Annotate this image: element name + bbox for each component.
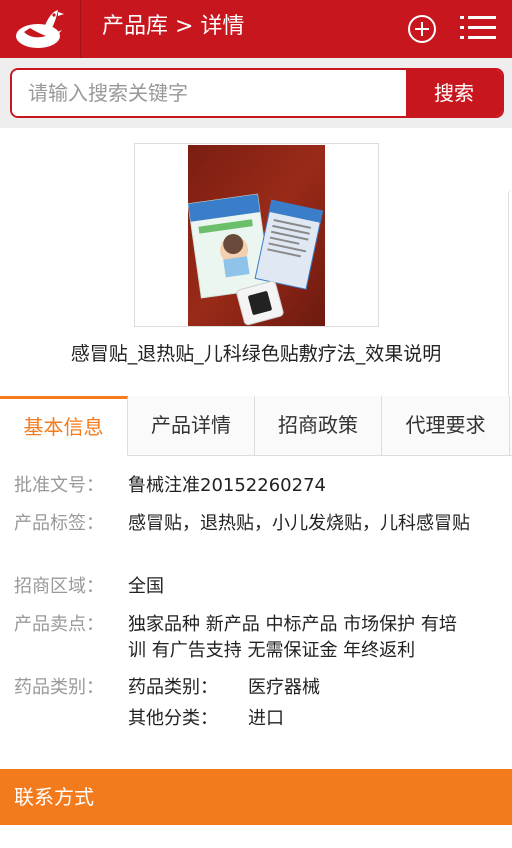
tab-investment-policy[interactable]: 招商政策 [255, 396, 382, 456]
search-input[interactable] [12, 70, 406, 116]
approval-label: 批准文号： [14, 475, 104, 496]
info-selling-points: 产品卖点： 独家品种 新产品 中标产品 市场保护 有培训 有广告支持 无需保证金… [0, 612, 512, 664]
product-image-frame[interactable] [134, 143, 379, 327]
category-subvalue: 医疗器械 [248, 677, 320, 698]
detail-tabs: 基本信息 产品详情 招商政策 代理要求 [0, 396, 512, 456]
category-label: 药品类别： [14, 677, 104, 698]
info-category: 药品类别： 药品类别： 医疗器械 其他分类： 进口 [0, 675, 512, 735]
selling-points-label: 产品卖点： [14, 614, 104, 635]
contact-content-area [0, 825, 512, 848]
category-sublabel: 药品类别： [128, 677, 218, 698]
tab-agent-requirements[interactable]: 代理要求 [382, 396, 510, 456]
header-divider [80, 0, 81, 58]
page-title: 产品库 > 详情 [102, 14, 245, 39]
region-label: 招商区域： [14, 576, 104, 597]
bird-logo-icon[interactable] [10, 6, 70, 52]
selling-points-value: 独家品种 新产品 中标产品 市场保护 有培训 有广告支持 无需保证金 年终返利 [128, 614, 457, 661]
app-header: 产品库 > 详情 [0, 0, 512, 58]
tags-label: 产品标签： [14, 513, 104, 534]
contact-title: 联系方式 [14, 785, 94, 809]
contact-section-header[interactable]: 联系方式 [0, 769, 512, 825]
other-category-sublabel: 其他分类： [128, 708, 218, 729]
info-region: 招商区域： 全国 [0, 574, 512, 600]
category-subrow: 药品类别： 医疗器械 [128, 675, 488, 701]
search-button[interactable]: 搜索 [406, 70, 502, 116]
approval-value: 鲁械注准20152260274 [128, 475, 326, 496]
info-tags: 产品标签： 感冒贴，退热贴，小儿发烧贴，儿科感冒贴 [0, 511, 512, 563]
list-menu-icon[interactable] [458, 12, 498, 44]
search-box: 搜索 [10, 68, 504, 118]
tab-basic-info[interactable]: 基本信息 [0, 396, 128, 456]
product-name: 感冒贴_退热贴_儿科绿色贴敷疗法_效果说明 [70, 343, 442, 365]
tags-value: 感冒贴，退热贴，小儿发烧贴，儿科感冒贴 [128, 513, 470, 534]
other-category-subrow: 其他分类： 进口 [128, 706, 488, 732]
other-category-subvalue: 进口 [248, 708, 284, 729]
scroll-indicator [508, 190, 512, 400]
tab-product-detail[interactable]: 产品详情 [128, 396, 255, 456]
search-bar: 搜索 [0, 58, 512, 128]
plus-circle-icon[interactable] [406, 13, 438, 45]
product-photo [188, 145, 325, 326]
region-value: 全国 [128, 576, 164, 597]
info-approval: 批准文号： 鲁械注准20152260274 [0, 473, 512, 499]
